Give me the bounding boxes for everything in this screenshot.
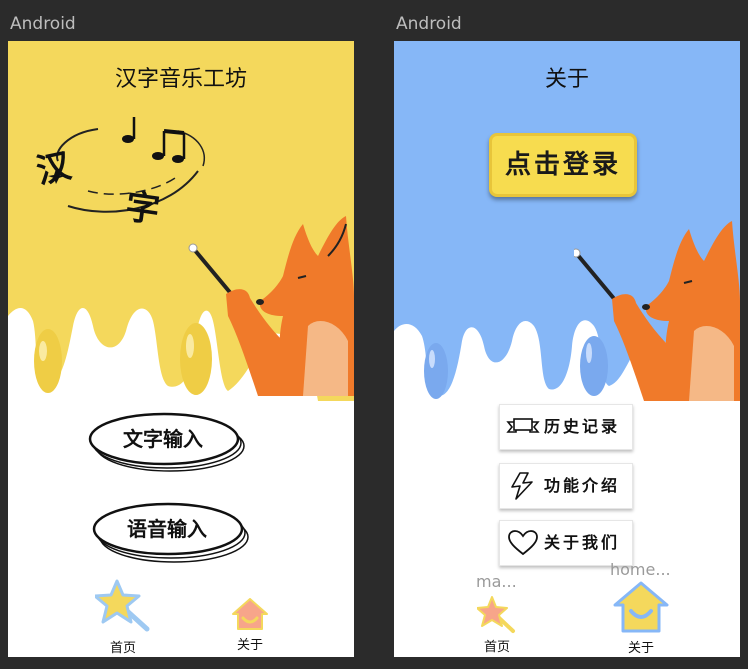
- features-label: 功能介绍: [544, 476, 621, 495]
- tooltip-about: home...: [610, 560, 671, 579]
- text-input-button[interactable]: 文字输入: [88, 411, 258, 477]
- history-button[interactable]: 历史记录: [499, 404, 633, 450]
- about-screen: 关于 点击登录 历史记录 功能介绍 关于我们 ma... home... 首页 …: [394, 41, 740, 657]
- fox-conductor-icon: [188, 216, 354, 396]
- logo-char-zi: 字: [122, 186, 163, 232]
- tooltip-home: ma...: [476, 572, 517, 591]
- device-label-left: Android: [10, 14, 76, 34]
- page-title: 汉字音乐工坊: [114, 67, 247, 92]
- nav-about-tab[interactable]: 关于: [220, 596, 280, 654]
- nav-home-label: 首页: [483, 640, 510, 655]
- lightning-icon: [511, 472, 533, 500]
- nav-home-tab[interactable]: 首页: [467, 596, 527, 655]
- history-label: 历史记录: [544, 417, 621, 436]
- magic-wand-star-icon: [477, 596, 515, 633]
- nav-about-label: 关于: [627, 641, 654, 656]
- about-us-label: 关于我们: [544, 533, 621, 552]
- page-title: 关于: [544, 67, 589, 92]
- house-icon: [232, 598, 268, 630]
- fox-conductor-icon: [574, 221, 740, 401]
- voice-input-label: 语音输入: [127, 517, 207, 541]
- banner-icon: [506, 418, 540, 433]
- heart-icon: [508, 530, 538, 556]
- nav-home-label: 首页: [109, 641, 136, 656]
- house-icon: [613, 581, 669, 633]
- nav-home-tab[interactable]: 首页: [93, 579, 153, 656]
- login-button-label: 点击登录: [504, 150, 621, 180]
- nav-about-tab[interactable]: 关于: [611, 581, 671, 656]
- nav-about-label: 关于: [236, 638, 263, 653]
- features-button[interactable]: 功能介绍: [499, 463, 633, 509]
- home-screen: 汉字音乐工坊 汉 字 文字输入 语音输入 首页 关于: [8, 41, 354, 657]
- login-button[interactable]: 点击登录: [489, 133, 637, 197]
- text-input-label: 文字输入: [123, 427, 203, 451]
- magic-wand-star-icon: [95, 579, 150, 632]
- device-label-right: Android: [396, 14, 462, 34]
- voice-input-button[interactable]: 语音输入: [92, 499, 262, 565]
